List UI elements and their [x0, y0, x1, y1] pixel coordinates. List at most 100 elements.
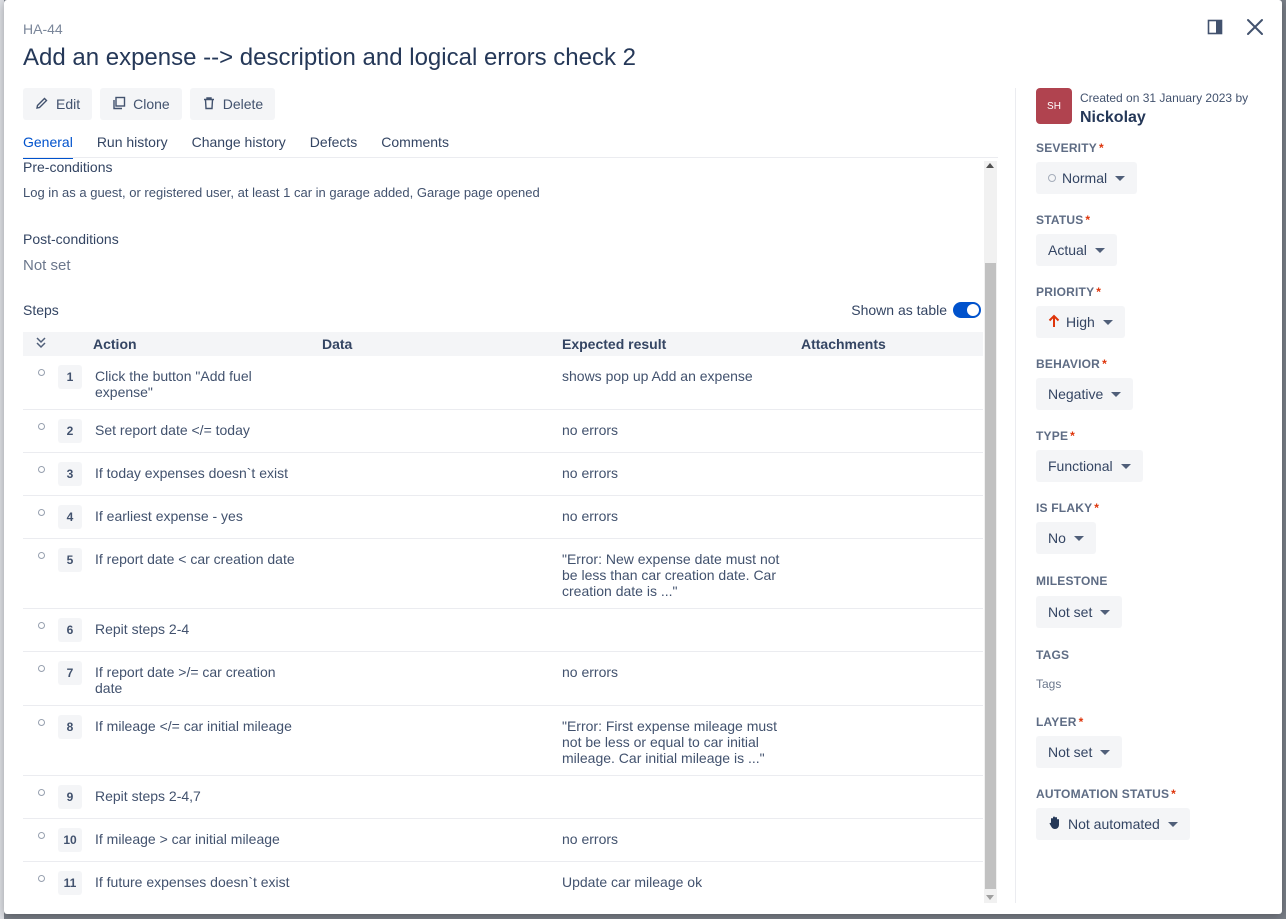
- content-scrollbar[interactable]: [984, 161, 997, 903]
- chevron-down-icon: [1120, 463, 1131, 469]
- step-action: If report date < car creation date: [95, 551, 295, 567]
- step-handle-icon[interactable]: [38, 509, 45, 516]
- step-expected: "Error: New expense date must not be les…: [562, 551, 780, 599]
- milestone-dropdown[interactable]: Not set: [1036, 596, 1123, 628]
- issue-key[interactable]: HA-44: [23, 21, 63, 37]
- severity-normal-icon: [1048, 174, 1056, 182]
- table-row[interactable]: 10 If mileage > car initial mileage no e…: [23, 819, 983, 862]
- tab-defects[interactable]: Defects: [310, 134, 357, 159]
- tags-label: TAGS: [1036, 648, 1070, 662]
- step-handle-icon[interactable]: [38, 665, 45, 672]
- step-number: 8: [58, 715, 82, 739]
- tab-run-history[interactable]: Run history: [97, 134, 168, 159]
- step-handle-icon[interactable]: [38, 423, 45, 430]
- scroll-down-arrow-icon[interactable]: [986, 895, 994, 900]
- table-row[interactable]: 3 If today expenses doesn`t exist no err…: [23, 453, 983, 496]
- clone-button[interactable]: Clone: [100, 88, 182, 120]
- milestone-value: Not set: [1048, 604, 1093, 620]
- layer-dropdown[interactable]: Not set: [1036, 736, 1123, 768]
- step-action: Set report date </= today: [95, 422, 250, 438]
- is-flaky-label: IS FLAKY *: [1036, 501, 1100, 515]
- status-dropdown[interactable]: Actual: [1036, 234, 1117, 266]
- step-handle-icon[interactable]: [38, 369, 45, 376]
- milestone-label: MILESTONE: [1036, 574, 1108, 588]
- step-number: 7: [58, 661, 82, 685]
- step-action: Click the button "Add fuel expense": [95, 368, 252, 400]
- step-action: Repit steps 2-4,7: [95, 788, 201, 804]
- table-row[interactable]: 1 Click the button "Add fuel expense" sh…: [23, 356, 983, 410]
- chevron-down-icon: [1115, 175, 1126, 181]
- edit-button[interactable]: Edit: [23, 88, 93, 120]
- severity-dropdown[interactable]: Normal: [1036, 162, 1138, 194]
- step-number: 2: [58, 419, 82, 443]
- chevron-down-icon: [1073, 535, 1084, 541]
- behavior-dropdown[interactable]: Negative: [1036, 378, 1134, 410]
- sidebar-divider: [1015, 88, 1016, 903]
- step-expected: no errors: [562, 508, 619, 524]
- preconditions-text[interactable]: Log in as a guest, or registered user, a…: [23, 185, 540, 200]
- scroll-thumb[interactable]: [985, 263, 996, 889]
- close-icon[interactable]: [1244, 16, 1266, 38]
- table-row[interactable]: 4 If earliest expense - yes no errors: [23, 496, 983, 539]
- step-handle-icon[interactable]: [38, 789, 45, 796]
- table-row[interactable]: 8 If mileage </= car initial mileage "Er…: [23, 706, 983, 776]
- layer-label: LAYER *: [1036, 715, 1084, 729]
- table-row[interactable]: 5 If report date < car creation date "Er…: [23, 539, 983, 609]
- is-flaky-dropdown[interactable]: No: [1036, 522, 1096, 554]
- step-expected: "Error: First expense mileage must not b…: [562, 718, 778, 766]
- automation-status-dropdown[interactable]: Not automated: [1036, 808, 1190, 840]
- column-header-attachments: Attachments: [801, 336, 886, 352]
- step-number: 3: [58, 462, 82, 486]
- step-number: 6: [58, 618, 82, 642]
- chevron-down-icon: [1094, 247, 1105, 253]
- chevron-down-icon: [1111, 391, 1122, 397]
- step-handle-icon[interactable]: [38, 832, 45, 839]
- priority-value: High: [1066, 314, 1095, 330]
- modal-controls: [1204, 16, 1266, 38]
- table-row[interactable]: 2 Set report date </= today no errors: [23, 410, 983, 453]
- edit-label: Edit: [56, 96, 81, 112]
- author-name[interactable]: Nickolay: [1080, 109, 1146, 127]
- table-row[interactable]: 9 Repit steps 2-4,7: [23, 776, 983, 819]
- step-action: If report date >/= car creation date: [95, 664, 276, 696]
- tab-general[interactable]: General: [23, 134, 73, 159]
- type-label: TYPE *: [1036, 429, 1076, 443]
- table-row[interactable]: 11 If future expenses doesn`t exist Upda…: [23, 862, 983, 903]
- step-handle-icon[interactable]: [38, 552, 45, 559]
- toolbar: Edit Clone Delete: [23, 88, 276, 120]
- trash-icon: [202, 96, 216, 113]
- priority-dropdown[interactable]: High: [1036, 306, 1125, 338]
- created-text: Created on 31 January 2023 by: [1080, 91, 1249, 105]
- tab-change-history[interactable]: Change history: [192, 134, 286, 159]
- step-expected: no errors: [562, 465, 619, 481]
- general-content: Pre-conditions Log in as a guest, or reg…: [23, 158, 983, 903]
- test-case-modal: HA-44 Add an expense --> description and…: [4, 0, 1282, 914]
- step-handle-icon[interactable]: [38, 466, 45, 473]
- step-handle-icon[interactable]: [38, 875, 45, 882]
- scroll-up-arrow-icon[interactable]: [986, 163, 994, 168]
- step-expected: no errors: [562, 664, 619, 680]
- postconditions-value[interactable]: Not set: [23, 257, 71, 274]
- pencil-icon: [35, 96, 49, 113]
- priority-label: PRIORITY *: [1036, 285, 1102, 299]
- tags-input[interactable]: Tags: [1036, 677, 1061, 691]
- type-dropdown[interactable]: Functional: [1036, 450, 1143, 482]
- status-value: Actual: [1048, 242, 1087, 258]
- step-number: 9: [58, 785, 82, 809]
- table-row[interactable]: 7 If report date >/= car creation date n…: [23, 652, 983, 706]
- table-row[interactable]: 6 Repit steps 2-4: [23, 609, 983, 652]
- delete-button[interactable]: Delete: [189, 88, 276, 120]
- chevron-down-icon: [1100, 749, 1111, 755]
- step-expected: no errors: [562, 831, 619, 847]
- side-panel-icon[interactable]: [1204, 16, 1226, 38]
- shown-as-table-toggle[interactable]: [953, 302, 981, 318]
- step-number: 5: [58, 548, 82, 572]
- is-flaky-value: No: [1048, 530, 1066, 546]
- tab-comments[interactable]: Comments: [381, 134, 449, 159]
- status-label: STATUS *: [1036, 213, 1091, 227]
- step-handle-icon[interactable]: [38, 719, 45, 726]
- table-view-toggle-group: Shown as table: [851, 302, 981, 318]
- preconditions-label: Pre-conditions: [23, 159, 113, 175]
- collapse-all-icon[interactable]: [34, 336, 48, 350]
- step-handle-icon[interactable]: [38, 622, 45, 629]
